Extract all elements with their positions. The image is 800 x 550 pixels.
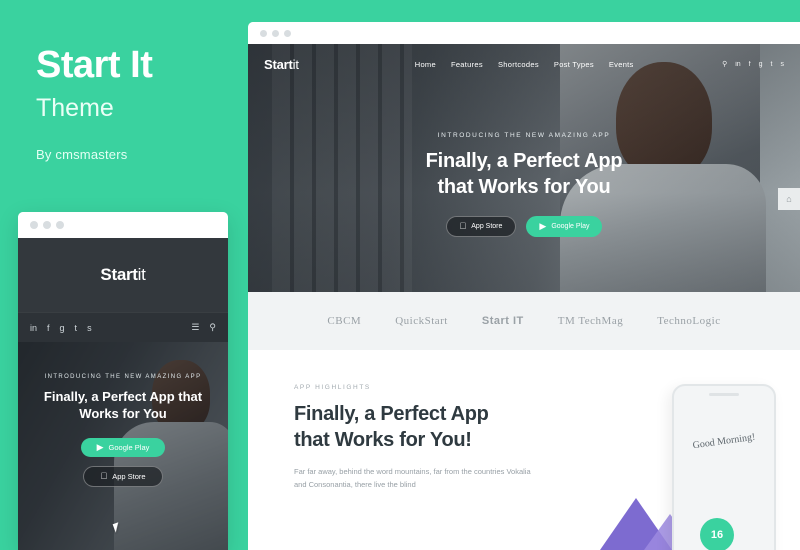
- mobile-window-close-dot[interactable]: [30, 221, 38, 229]
- nav-item-events[interactable]: Events: [609, 60, 634, 69]
- mobile-social-skype-icon[interactable]: s: [87, 323, 92, 333]
- mobile-hero-kicker: INTRODUCING THE NEW AMAZING APP: [44, 374, 202, 380]
- googleplay-button[interactable]: ▶ Google Play: [526, 216, 603, 238]
- search-icon[interactable]: ⚲: [722, 60, 727, 68]
- mobile-googleplay-button-label: Google Play: [108, 443, 150, 453]
- appstore-button[interactable]:  App Store: [445, 216, 517, 238]
- app-highlights-section: APP HIGHLIGHTS Finally, a Perfect App th…: [248, 350, 800, 550]
- social-skype-icon[interactable]: s: [781, 61, 785, 68]
- page-subtitle: Theme: [36, 93, 114, 122]
- hamburger-icon[interactable]: ☰: [191, 322, 199, 333]
- mobile-googleplay-button[interactable]: ▶ Google Play: [80, 438, 166, 458]
- site-logo[interactable]: Startit: [264, 57, 299, 72]
- mobile-logo-text-main: Start: [100, 265, 138, 284]
- hero-text-block: INTRODUCING THE NEW AMAZING APP Finally,…: [248, 132, 800, 238]
- mobile-social-linkedin-icon[interactable]: in: [30, 323, 37, 333]
- page-title: Start It: [36, 44, 153, 86]
- mobile-hero-heading-line1: Finally, a Perfect App that: [43, 389, 203, 404]
- mobile-social-facebook-icon[interactable]: f: [47, 323, 50, 333]
- mobile-site-logo[interactable]: Startit: [100, 265, 145, 285]
- hero-kicker: INTRODUCING THE NEW AMAZING APP: [437, 132, 611, 139]
- highlights-heading-line2: that Works for You!: [294, 429, 472, 451]
- hero-heading-line1: Finally, a Perfect App: [425, 150, 623, 172]
- play-icon: ▶: [536, 220, 546, 231]
- author-byline: By cmsmasters: [36, 146, 128, 162]
- mobile-titlebar: [18, 212, 228, 238]
- desktop-titlebar: [248, 22, 800, 44]
- status-badge: 16: [700, 518, 734, 550]
- mobile-toolbar: in f g t s ☰ ⚲: [18, 312, 228, 342]
- mobile-social-google-icon[interactable]: g: [60, 323, 65, 333]
- social-twitter-icon[interactable]: t: [771, 61, 773, 68]
- mobile-logo-text-accent: it: [137, 265, 146, 284]
- client-logo-techmag: TM TechMag: [557, 315, 624, 327]
- desktop-browser-window: Startit Home Features Shortcodes Post Ty…: [248, 22, 800, 550]
- social-facebook-icon[interactable]: f: [749, 61, 751, 68]
- mobile-hero-heading: Finally, a Perfect App that Works for Yo…: [18, 388, 228, 422]
- logo-text-main: Start: [264, 56, 293, 72]
- desktop-viewport: Startit Home Features Shortcodes Post Ty…: [248, 44, 800, 550]
- desktop-nav-right: ⚲ in f g t s: [722, 60, 785, 69]
- mobile-browser-window: Startit in f g t s ☰ ⚲ INTRODUCING THE N…: [18, 212, 228, 550]
- mobile-hero-section: INTRODUCING THE NEW AMAZING APP Finally,…: [18, 342, 228, 550]
- desktop-navbar: Startit Home Features Shortcodes Post Ty…: [248, 44, 800, 84]
- phone-speaker: [709, 393, 739, 396]
- highlights-heading-line1: Finally, a Perfect App: [294, 403, 489, 425]
- mobile-apple-icon: : [100, 472, 107, 481]
- window-close-dot[interactable]: [260, 29, 267, 37]
- client-logo-technologic: TechnoLogic: [657, 315, 721, 327]
- mobile-search-icon[interactable]: ⚲: [209, 322, 216, 333]
- appstore-button-label: App Store: [467, 222, 502, 230]
- mobile-appstore-button-label: App Store: [108, 472, 145, 482]
- mobile-hero-heading-line2: Works for You: [79, 406, 167, 422]
- phone-greeting-text: Good Morning!: [692, 431, 756, 452]
- mobile-window-minimize-dot[interactable]: [43, 221, 51, 229]
- hero-heading: Finally, a Perfect App that Works for Yo…: [248, 149, 800, 200]
- nav-item-shortcodes[interactable]: Shortcodes: [498, 60, 539, 69]
- social-google-icon[interactable]: g: [759, 61, 763, 68]
- mobile-hero-text-block: INTRODUCING THE NEW AMAZING APP Finally,…: [18, 374, 228, 488]
- home-icon[interactable]: ⌂: [778, 188, 800, 210]
- client-logos-strip: CBCM QuickStart Start IT TM TechMag Tech…: [248, 292, 800, 350]
- client-logo-startit: Start IT: [481, 315, 524, 327]
- mobile-social-twitter-icon[interactable]: t: [75, 323, 78, 333]
- mobile-play-icon: ▶: [96, 442, 104, 453]
- nav-item-post-types[interactable]: Post Types: [554, 60, 594, 69]
- window-maximize-dot[interactable]: [284, 29, 291, 37]
- social-linkedin-icon[interactable]: in: [735, 61, 740, 68]
- client-logo-quickstart: QuickStart: [395, 315, 448, 327]
- nav-item-features[interactable]: Features: [451, 60, 483, 69]
- hero-heading-line2: that Works for You: [437, 175, 611, 198]
- highlights-paragraph: Far far away, behind the word mountains,…: [294, 467, 531, 490]
- desktop-nav-menu: Home Features Shortcodes Post Types Even…: [415, 60, 634, 69]
- googleplay-button-label: Google Play: [547, 222, 589, 230]
- mobile-hero-buttons: ▶ Google Play  App Store: [18, 438, 228, 488]
- apple-icon: : [460, 222, 467, 231]
- logo-text-accent: it: [292, 56, 299, 72]
- client-logo-cbcm: CBCM: [327, 315, 362, 327]
- nav-item-home[interactable]: Home: [415, 60, 436, 69]
- mobile-appstore-button[interactable]:  App Store: [83, 466, 163, 488]
- window-minimize-dot[interactable]: [272, 29, 279, 37]
- hero-buttons:  App Store ▶ Google Play: [248, 216, 800, 238]
- mobile-viewport: Startit in f g t s ☰ ⚲ INTRODUCING THE N…: [18, 238, 228, 550]
- mobile-window-maximize-dot[interactable]: [56, 221, 64, 229]
- phone-mockup: Good Morning! 16: [672, 384, 776, 550]
- desktop-hero-section: Startit Home Features Shortcodes Post Ty…: [248, 44, 800, 292]
- mobile-header: Startit: [18, 238, 228, 312]
